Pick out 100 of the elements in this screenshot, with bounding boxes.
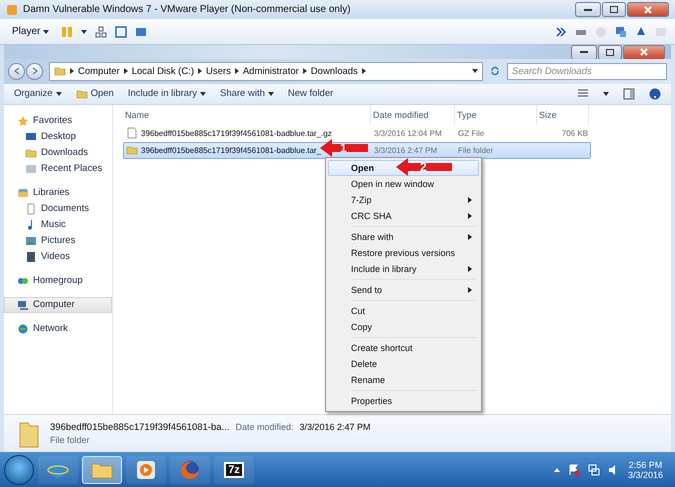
player-menu[interactable]: Player [8,26,54,37]
flag-icon [568,464,580,476]
search-field[interactable]: Search Downloads [507,62,667,80]
star-icon [17,114,29,127]
annotation-number: 2 [420,160,427,174]
caret-icon [200,92,206,96]
breadcrumb[interactable]: Downloads [310,66,358,77]
file-name: 396bedff015be885c1719f39f4561081-badblue.tar_.gz [141,128,332,138]
file-name: 396bedff015be885c1719f39f4561081-badblue.tar_ [141,146,322,155]
close-button[interactable] [623,44,665,60]
caret-icon [603,92,609,96]
sidebar-item[interactable]: Libraries [4,184,112,201]
file-icon [126,127,138,140]
play-icon [136,460,156,480]
annotation-number: 1 [340,140,347,155]
sidebar-item[interactable]: Pictures [4,232,112,249]
folder-icon [54,65,66,78]
toolbar-button[interactable]: New folder [288,88,334,100]
start-button[interactable] [4,454,34,484]
maximize-button[interactable] [598,44,622,60]
column-header[interactable]: Name [123,104,371,125]
caret-icon [43,30,50,34]
sidebar-item[interactable]: Network [4,320,112,337]
folder-icon [76,88,88,100]
toolbar-button[interactable]: Organize [14,88,62,100]
folder-icon [25,146,37,159]
window-icon [135,26,148,38]
minimize-button[interactable] [575,2,601,17]
sidebar-item[interactable]: Computer [4,296,112,313]
breadcrumb[interactable]: Administrator [242,66,299,77]
caret-icon [56,92,62,96]
minimize-button[interactable] [571,44,597,60]
maximize-button[interactable] [602,2,626,17]
chevron-right-icon [234,68,239,74]
taskbar-button[interactable] [126,456,166,484]
network-icon [588,464,600,476]
submenu-arrow-icon [468,286,472,293]
sidebar-item[interactable]: Recent Places [4,160,112,177]
breadcrumb[interactable]: Local Disk (C:) [132,66,194,77]
firefox-icon [179,458,201,480]
menu-item[interactable]: Delete [328,356,479,372]
computer-icon [17,298,29,311]
submenu-arrow-icon [468,266,472,272]
chevron-right-icon [70,68,74,74]
clock-time: 2:56 PM [628,460,662,470]
chevron-right-icon [362,68,366,74]
sidebar-item[interactable]: Downloads [4,144,112,161]
close-button[interactable] [627,2,669,17]
menu-item[interactable]: Share with [328,228,479,245]
picture-icon [25,234,37,247]
submenu-arrow-icon [468,196,472,203]
menu-item[interactable]: Open in new window [328,176,479,192]
breadcrumb[interactable]: Users [206,66,231,77]
sidebar-item[interactable]: Homegroup [4,272,112,289]
close-icon [644,6,652,14]
help-icon [649,88,661,100]
column-header[interactable]: Size [537,104,589,125]
caret-icon [472,69,478,74]
menu-item[interactable]: Send to [328,282,479,298]
preview-pane-icon [623,88,635,100]
7z-logo: 7z [224,462,244,478]
sidebar-item[interactable]: Music [4,216,112,233]
network-icon [17,322,29,335]
network-adapter-icon [615,26,627,38]
vmware-logo-icon [6,4,18,16]
toolbar-button[interactable]: Include in library [128,88,206,100]
forward-button[interactable] [26,62,43,80]
menu-item[interactable]: Copy [328,318,479,335]
menu-item[interactable]: Rename [328,372,479,388]
toolbar-button[interactable]: Share with [220,88,274,100]
chevron-icon [555,26,567,38]
file-row[interactable]: 396bedff015be885c1719f39f4561081-badblue.tar_.gz 3/3/2016 12:04 PM GZ File 706 KB [123,124,591,142]
sidebar-item[interactable]: Favorites [4,112,112,129]
network-icon [95,26,108,38]
sidebar-item[interactable]: Desktop [4,128,112,145]
menu-item[interactable]: Cut [328,302,479,319]
address-bar[interactable]: Computer Local Disk (C:) Users Administrator Downloads [49,62,483,81]
sidebar-item[interactable]: Documents [4,200,112,217]
menu-item[interactable]: CRC SHA [328,208,479,224]
taskbar-button[interactable] [82,456,122,484]
minimize-icon [580,51,588,53]
breadcrumb[interactable]: Computer [78,66,120,77]
chevron-right-icon [198,68,202,74]
back-button[interactable] [8,62,25,80]
menu-item[interactable]: 7-Zip [328,192,479,208]
taskbar-button[interactable]: 7z [214,456,254,484]
menu-item[interactable]: Restore previous versions [328,244,479,261]
menu-item[interactable]: Include in library [328,260,479,277]
menu-item[interactable]: Properties [328,392,479,409]
column-header[interactable]: Type [455,104,537,125]
sidebar-item[interactable]: Videos [4,248,112,265]
submenu-arrow-icon [468,212,472,219]
taskbar-button[interactable] [38,456,78,484]
caret-icon [81,30,88,34]
toolbar-button[interactable]: Open [76,88,114,100]
pause-icon [61,26,74,38]
chevron-up-icon [554,468,560,472]
menu-item[interactable]: Create shortcut [328,340,479,356]
column-header[interactable]: Date modified [371,104,455,125]
chevron-right-icon [124,68,128,74]
